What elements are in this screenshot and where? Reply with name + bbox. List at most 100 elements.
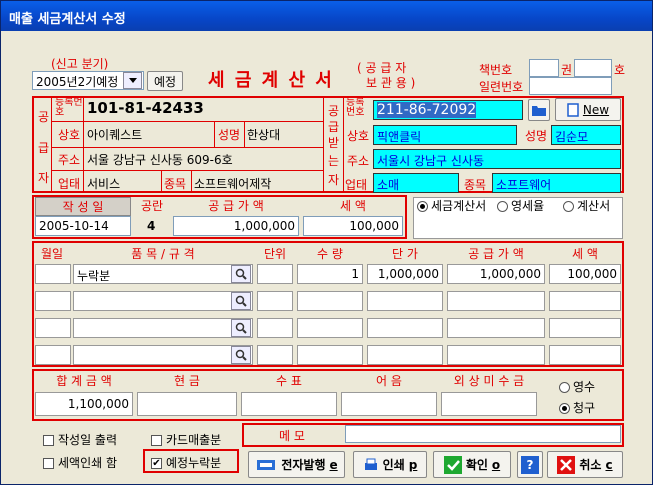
row-date-field[interactable] xyxy=(35,264,71,284)
serial-field[interactable] xyxy=(529,77,612,95)
ho-field[interactable] xyxy=(574,59,612,77)
pay-option-1-label: 영수 xyxy=(573,380,596,394)
row-unit-field[interactable] xyxy=(257,318,293,338)
buyer-name[interactable]: 김순모 xyxy=(551,125,621,145)
type-option-3[interactable]: 계산서 xyxy=(563,197,610,214)
row-unit-field[interactable] xyxy=(257,291,293,311)
print-hotkey: p xyxy=(408,457,418,472)
row-tax-field[interactable] xyxy=(549,291,621,311)
ebill-button[interactable]: 전자발행 e xyxy=(248,451,345,478)
credit-field[interactable] xyxy=(441,392,537,416)
supplier-biz-label: 업태 xyxy=(58,177,81,191)
chevron-down-icon[interactable] xyxy=(123,72,142,89)
search-icon[interactable] xyxy=(231,346,251,364)
row-price-field[interactable]: 1,000,000 xyxy=(367,264,443,284)
print-tax-checkbox[interactable]: 세액인쇄 함 xyxy=(43,454,117,471)
row-date-field[interactable] xyxy=(35,345,71,365)
col-supply: 공 급 가 액 xyxy=(468,247,524,261)
blank-header: 공란 xyxy=(140,199,164,213)
buyer-biz[interactable]: 소매 xyxy=(373,173,459,193)
folder-icon[interactable] xyxy=(528,99,550,121)
total-field[interactable]: 1,100,000 xyxy=(35,392,133,416)
col-date: 월일 xyxy=(40,247,64,261)
pay-option-2[interactable]: 청구 xyxy=(559,399,595,416)
pay-option-2-label: 청구 xyxy=(573,401,596,415)
ok-hotkey: o xyxy=(491,457,501,472)
total-header: 합 계 금 액 xyxy=(56,374,112,388)
row-qty-field[interactable] xyxy=(297,345,363,365)
ok-button[interactable]: 확인 o xyxy=(433,451,511,478)
help-button[interactable]: ? xyxy=(517,451,543,478)
book-field[interactable] xyxy=(529,59,559,77)
row-tax-field[interactable]: 100,000 xyxy=(549,264,621,284)
type-option-1[interactable]: 세금계산서 xyxy=(417,197,486,214)
row-tax-field[interactable] xyxy=(549,345,621,365)
row-item-field[interactable] xyxy=(73,318,253,338)
buyer-trade-label: 상호 xyxy=(347,129,370,143)
buyer-side-3: 받 xyxy=(328,136,340,150)
row-price-field[interactable] xyxy=(367,291,443,311)
type-option-1-label: 세금계산서 xyxy=(431,199,487,213)
missing-checkbox[interactable]: ✔ 예정누락분 xyxy=(151,454,221,471)
row-qty-field[interactable] xyxy=(297,291,363,311)
card-sales-checkbox[interactable]: 카드매출분 xyxy=(151,431,221,448)
row-price-field[interactable] xyxy=(367,345,443,365)
row-item-field[interactable] xyxy=(73,345,253,365)
supplier-trade: 아이퀘스트 xyxy=(87,128,143,142)
tax-field[interactable]: 100,000 xyxy=(303,216,403,236)
buyer-side-5: 자 xyxy=(328,173,340,187)
supplier-name: 한상대 xyxy=(247,128,281,142)
invoice-window: 매출 세금계산서 수정 (신고 분기) 2005년2기예정 예정 세 금 계 산… xyxy=(0,0,653,485)
row-supply-field[interactable]: 1,000,000 xyxy=(447,264,545,284)
serial-label: 일련번호 xyxy=(479,80,524,94)
type-option-2-label: 영세율 xyxy=(511,199,545,213)
row-item-field[interactable] xyxy=(73,291,253,311)
period-button[interactable]: 예정 xyxy=(147,71,183,91)
note-field[interactable] xyxy=(341,392,437,416)
cash-field[interactable] xyxy=(137,392,237,416)
memo-field[interactable] xyxy=(345,425,621,443)
row-unit-field[interactable] xyxy=(257,264,293,284)
row-qty-field[interactable] xyxy=(297,318,363,338)
search-icon[interactable] xyxy=(231,292,251,310)
row-supply-field[interactable] xyxy=(447,291,545,311)
col-tax: 세 액 xyxy=(572,247,598,261)
buyer-regno-field[interactable]: 211-86-72092 xyxy=(373,100,523,120)
row-unit-field[interactable] xyxy=(257,345,293,365)
print-button[interactable]: 인쇄 p xyxy=(353,451,427,478)
row-date-field[interactable] xyxy=(35,318,71,338)
buyer-trade[interactable]: 픽앤클릭 xyxy=(373,125,517,145)
search-icon[interactable] xyxy=(231,265,251,283)
date-field[interactable]: 2005-10-14 xyxy=(35,216,131,236)
buyer-item[interactable]: 소프트웨어 xyxy=(492,173,621,193)
supply-header: 공 급 가 액 xyxy=(208,199,264,213)
pay-option-1[interactable]: 영수 xyxy=(559,378,595,395)
buyer-item-label: 종목 xyxy=(464,178,487,192)
new-button[interactable]: New xyxy=(555,98,621,121)
doc-title: 세 금 계 산 서 xyxy=(208,70,334,91)
buyer-addr[interactable]: 서울시 강남구 신사동 xyxy=(373,149,621,169)
new-button-label: New xyxy=(582,102,610,117)
row-item-field[interactable]: 누락분 xyxy=(73,264,253,284)
credit-header: 외 상 미 수 금 xyxy=(453,374,525,388)
window-title: 매출 세금계산서 수정 xyxy=(1,1,652,31)
row-supply-field[interactable] xyxy=(447,345,545,365)
supply-field[interactable]: 1,000,000 xyxy=(173,216,299,236)
row-date-field[interactable] xyxy=(35,291,71,311)
check-field[interactable] xyxy=(241,392,337,416)
check-icon xyxy=(443,455,462,474)
supplier-item-label: 종목 xyxy=(164,177,187,191)
row-supply-field[interactable] xyxy=(447,318,545,338)
tax-header: 세 액 xyxy=(340,199,366,213)
cancel-button[interactable]: 취소 c xyxy=(547,451,623,478)
type-option-2[interactable]: 영세율 xyxy=(497,197,544,214)
ok-label: 확인 xyxy=(465,458,488,472)
search-icon[interactable] xyxy=(231,319,251,337)
row-price-field[interactable] xyxy=(367,318,443,338)
buyer-side-4: 는 xyxy=(328,154,340,168)
print-date-checkbox[interactable]: 작성일 출력 xyxy=(43,431,117,448)
buyer-regno: 211-86-72092 xyxy=(377,102,477,118)
row-tax-field[interactable] xyxy=(549,318,621,338)
row-qty-field[interactable]: 1 xyxy=(297,264,363,284)
supplier-side-3: 자 xyxy=(38,171,50,185)
